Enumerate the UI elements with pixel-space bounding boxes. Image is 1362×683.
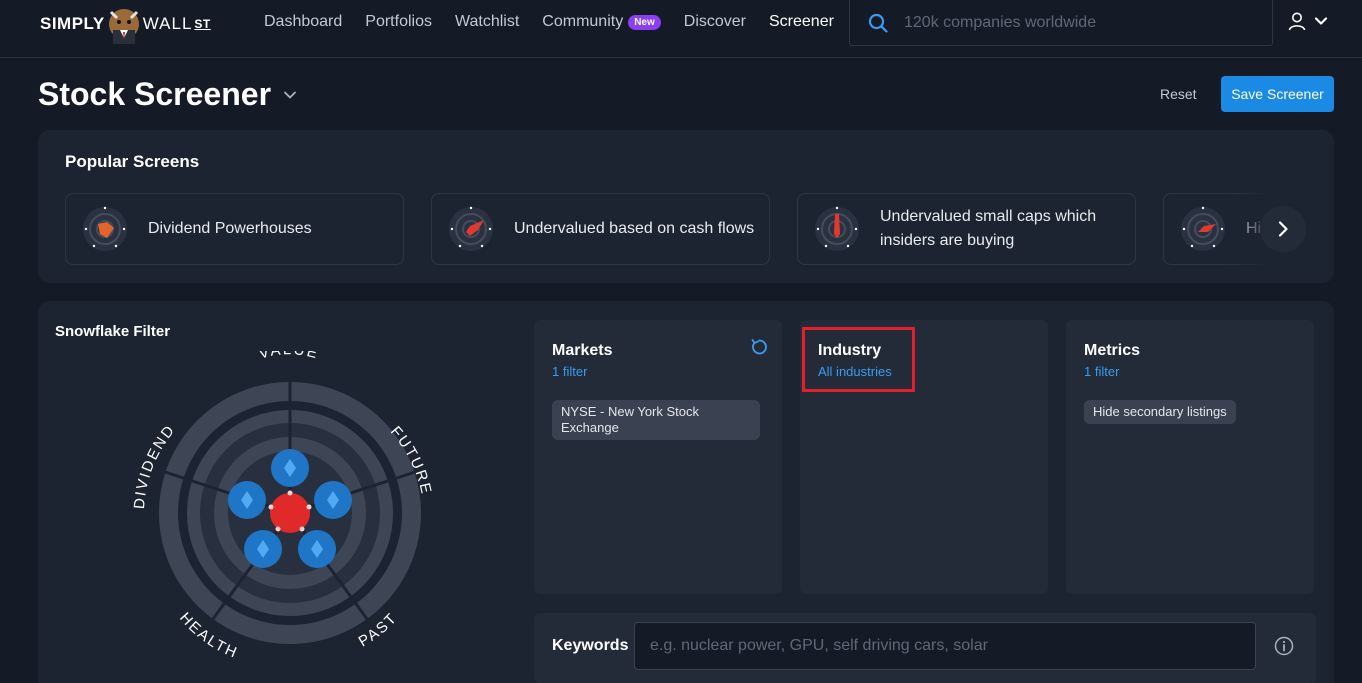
snowflake-center-shape [270, 493, 310, 533]
search-input[interactable] [904, 13, 1264, 32]
chevron-down-icon [284, 91, 296, 99]
markets-filter-count[interactable]: 1 filter [552, 364, 587, 379]
nav-dashboard-label: Dashboard [264, 13, 343, 30]
logo-text-wall: WALL [142, 14, 193, 33]
industry-highlight-box [802, 327, 915, 392]
snowflake-icon [815, 206, 859, 251]
metrics-filter-count[interactable]: 1 filter [1084, 364, 1119, 379]
nav-community[interactable]: Community New [542, 11, 661, 33]
refresh-icon[interactable] [750, 338, 768, 356]
snowflake-icon [83, 206, 127, 251]
logo-text-st: ST [194, 17, 211, 31]
new-badge: New [628, 14, 661, 30]
screener-main: Snowflake Filter V E FUTURE PAST HEALTH … [38, 301, 1334, 683]
popular-screens-heading: Popular Screens [65, 152, 200, 171]
market-chip-nyse[interactable]: NYSE - New York Stock Exchange [552, 400, 760, 440]
page-title[interactable]: Stock Screener [38, 76, 297, 113]
user-menu[interactable] [1287, 11, 1329, 31]
nav-screener[interactable]: Screener [769, 11, 834, 33]
nav-dashboard[interactable]: Dashboard [264, 11, 342, 33]
chevron-right-icon [1278, 221, 1288, 237]
screen-card-undervalued-small-caps[interactable]: Undervalued small caps which insiders ar… [797, 193, 1136, 265]
markets-title: Markets [552, 342, 613, 359]
simply-wall-st-logo[interactable]: SIMPLY WALL ST [40, 4, 211, 44]
snowflake-filter-title: Snowflake Filter [55, 323, 171, 340]
nav-watchlist[interactable]: Watchlist [455, 11, 519, 33]
axis-label-value: VALUE [257, 351, 321, 363]
snowflake-filter-chart[interactable]: VALUE FUTURE PAST HEALTH DIVIDEND [124, 351, 464, 671]
metrics-panel[interactable]: Metrics 1 filter Hide secondary listings [1066, 320, 1314, 594]
keywords-label: Keywords [552, 637, 629, 654]
screen-card-label: Dividend Powerhouses [148, 220, 312, 237]
info-icon[interactable] [1274, 636, 1294, 656]
nav-portfolios-label: Portfolios [365, 13, 432, 30]
save-screener-button[interactable]: Save Screener [1221, 76, 1334, 112]
nav-portfolios[interactable]: Portfolios [365, 11, 432, 33]
screen-card-label: Undervalued small caps which insiders ar… [880, 208, 1097, 249]
metric-chip-hide-secondary[interactable]: Hide secondary listings [1084, 400, 1236, 424]
reset-button[interactable]: Reset [1160, 86, 1197, 102]
nav-community-label: Community [542, 13, 624, 30]
bull-mascot-icon [108, 9, 139, 44]
snowflake-icon [1181, 206, 1225, 251]
nav-discover-label: Discover [683, 13, 746, 30]
nav-watchlist-label: Watchlist [454, 13, 520, 30]
metrics-title: Metrics [1084, 342, 1141, 359]
markets-panel[interactable]: Markets 1 filter NYSE - New York Stock E… [534, 320, 782, 594]
page-title-text: Stock Screener [38, 76, 272, 112]
screen-card-undervalued-cash-flows[interactable]: Undervalued based on cash flows [431, 193, 770, 265]
nav-discover[interactable]: Discover [684, 11, 746, 33]
carousel-next-button[interactable] [1260, 206, 1306, 252]
logo-text-simply: SIMPLY [40, 14, 105, 33]
popular-screens: Popular Screens Dividend Powerhouses Und… [38, 130, 1334, 283]
company-search [849, 0, 1273, 46]
keywords-bar: Keywords [534, 613, 1316, 683]
top-nav: SIMPLY WALL ST Dashboard Portfolios Watc… [0, 0, 1362, 58]
screen-card-dividend-powerhouses[interactable]: Dividend Powerhouses [65, 193, 404, 265]
search-icon[interactable] [868, 13, 888, 33]
nav-links: Dashboard Portfolios Watchlist Community… [264, 11, 857, 33]
chevron-down-icon [1314, 17, 1328, 25]
nav-screener-label: Screener [769, 13, 834, 30]
user-icon [1288, 12, 1306, 31]
screen-card-label: Undervalued based on cash flows [514, 220, 755, 237]
keywords-input[interactable] [634, 622, 1256, 670]
snowflake-icon [449, 206, 493, 251]
